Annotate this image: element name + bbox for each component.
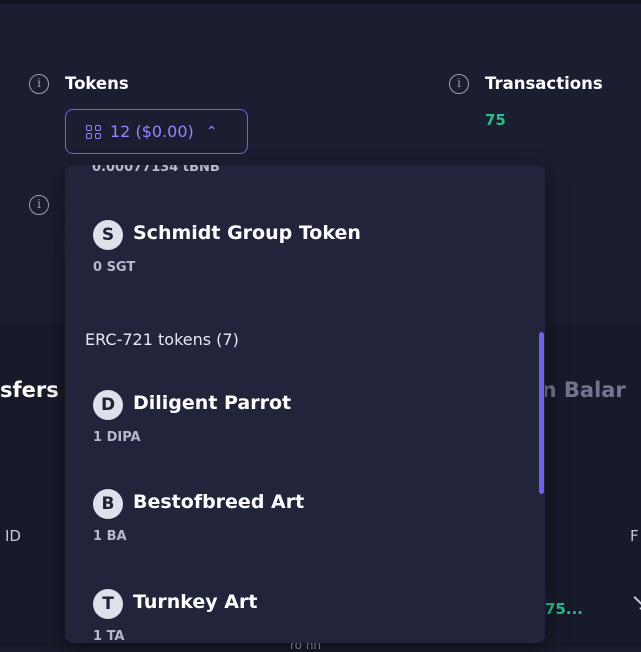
info-icon[interactable]: i	[29, 195, 49, 215]
token-avatar: S	[93, 220, 123, 250]
token-name: Diligent Parrot	[133, 392, 292, 414]
erc721-section-title: ERC-721 tokens (7)	[85, 330, 239, 349]
token-amount: 0.00077134 tBNB	[92, 165, 220, 175]
scrollbar-thumb[interactable]	[539, 332, 544, 494]
info-icon[interactable]: i	[29, 74, 49, 94]
token-name: Bestofbreed Art	[133, 491, 305, 513]
token-amount: 0 SGT	[93, 260, 136, 275]
token-amount: 1 TA	[93, 629, 125, 643]
transactions-count: 75	[485, 111, 506, 129]
grid-icon	[86, 124, 102, 139]
token-name: Turnkey Art	[133, 591, 258, 613]
tokens-dropdown[interactable]: 0.00077134 tBNB S Schmidt Group Token 0 …	[65, 165, 545, 643]
tokens-dropdown-button[interactable]: 12 ($0.00) ⌃	[65, 109, 248, 154]
id-column-header: ID	[5, 527, 21, 545]
token-name: Schmidt Group Token	[133, 222, 361, 244]
token-amount: 1 DIPA	[93, 430, 141, 445]
tokens-label: Tokens	[65, 74, 129, 93]
token-avatar: T	[93, 589, 123, 619]
info-icon[interactable]: i	[449, 74, 469, 94]
arrow-down-icon[interactable]: ↘	[630, 588, 641, 616]
token-avatar: B	[93, 489, 123, 519]
f-column-header: F	[630, 527, 639, 545]
token-amount: 1 BA	[93, 529, 127, 544]
transactions-label: Transactions	[485, 74, 603, 93]
token-avatar: D	[93, 390, 123, 420]
tokens-button-label: 12 ($0.00)	[110, 122, 194, 141]
chevron-up-icon: ⌃	[205, 123, 218, 140]
partial-value: 75...	[545, 600, 583, 618]
